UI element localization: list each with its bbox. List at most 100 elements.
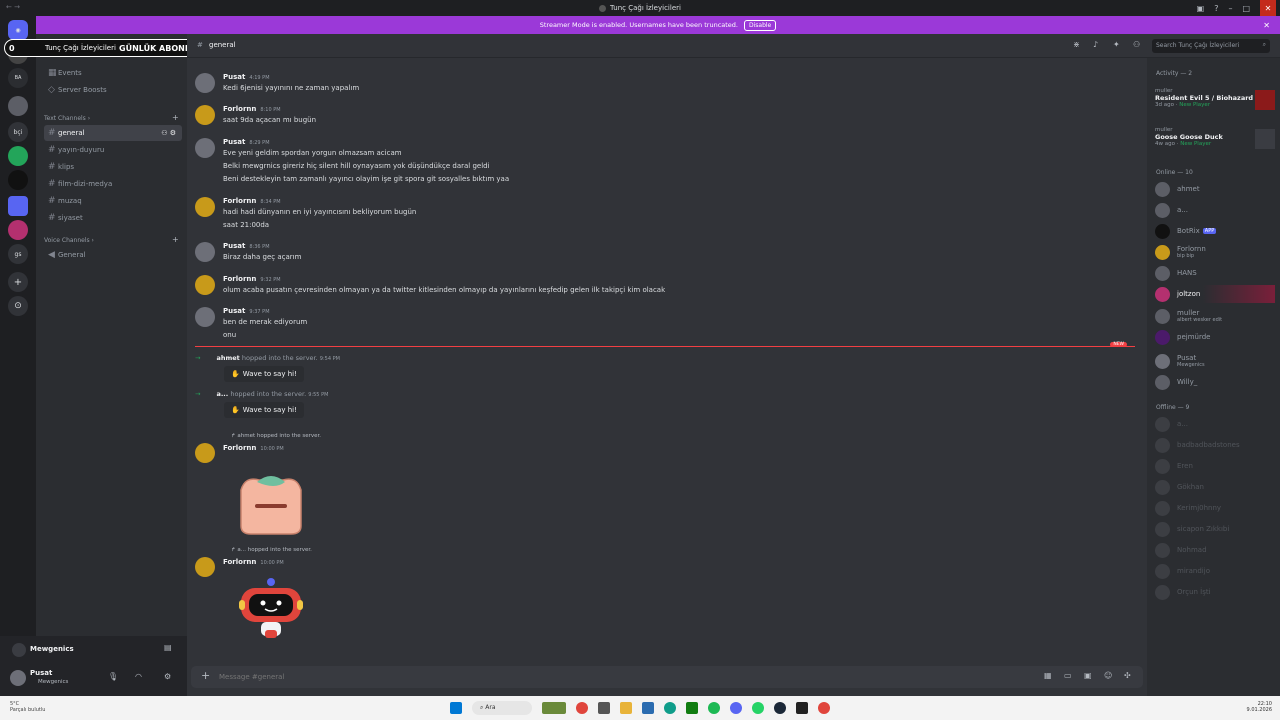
member[interactable]: HANS [1155,264,1275,282]
author-name[interactable]: Forlornn [223,105,256,113]
join-user[interactable]: ahmet [216,354,239,362]
wave-button[interactable]: ✋ Wave to say hi! [224,402,304,418]
headphones-icon[interactable]: ◠ [135,672,142,681]
xbox-icon[interactable] [686,702,698,714]
voice-channel-general[interactable]: ◀ General [44,247,182,263]
reply-preview[interactable]: ↱ ahmet hopped into the server. [231,433,321,439]
server-icon[interactable] [8,96,28,116]
folder-icon[interactable] [8,196,28,216]
channel-film-dizi-medya[interactable]: # film-dizi-medya [44,176,182,192]
inbox-icon[interactable]: ▣ [1197,4,1205,13]
channel-yayin-duyuru[interactable]: # yayın-duyuru [44,142,182,158]
member[interactable]: joltzon [1155,285,1275,303]
activity-card[interactable]: muller Resident Evil 5 / Biohazard 5 3d … [1155,88,1275,120]
edge-icon[interactable] [664,702,676,714]
back-forward-icon[interactable]: ← → [6,3,20,11]
avatar[interactable] [195,197,215,217]
author-name[interactable]: Pusat [223,73,245,81]
disable-button[interactable]: Disable [743,19,777,31]
avatar[interactable] [195,105,215,125]
widgets-icon[interactable] [542,702,566,714]
author-name[interactable]: Pusat [223,138,245,146]
gif-icon[interactable]: ▭ [1064,671,1072,680]
avatar[interactable] [195,307,215,327]
member[interactable]: Pusat Mewgenics [1155,352,1275,370]
member[interactable]: Forlornn bip bip [1155,243,1275,261]
channel-siyaset[interactable]: # siyaset [44,210,182,226]
channel-klips[interactable]: # klips [44,159,182,175]
attach-plus-icon[interactable]: + [201,669,210,682]
activity-card-icon[interactable]: ▤ [164,643,172,652]
add-voice-channel-icon[interactable]: + [172,235,179,244]
author-name[interactable]: Pusat [223,307,245,315]
minimize-button[interactable]: – [1228,4,1232,13]
member[interactable]: Nohmad [1155,541,1275,559]
sticker-image[interactable] [235,576,307,640]
author-name[interactable]: Pusat [223,242,245,250]
taskbar-search[interactable]: ⌕ Ara [472,701,532,715]
member[interactable]: sicapon Zıkkıbi [1155,520,1275,538]
help-icon[interactable]: ? [1214,4,1218,13]
maximize-button[interactable]: □ [1242,4,1250,13]
author-name[interactable]: Forlornn [223,275,256,283]
member[interactable]: badbadbadstones [1155,436,1275,454]
server-icon[interactable]: bçi [8,122,28,142]
threads-icon[interactable]: ⋇ [1073,40,1080,49]
sticker-image[interactable] [235,472,307,536]
start-icon[interactable] [450,702,462,714]
avatar[interactable] [195,557,215,577]
search-input[interactable]: Search Tunç Çağı İzleyicileri ⌕ [1152,39,1270,53]
server-icon[interactable] [8,146,28,166]
avatar[interactable] [195,275,215,295]
voice-channels-category[interactable]: Voice Channels › [44,237,94,244]
invite-settings-icons[interactable]: ⚇ ⚙ [161,129,176,137]
avatar[interactable] [195,242,215,262]
member[interactable]: pejmürde [1155,328,1275,346]
avatar[interactable] [10,670,26,686]
pinned-icon[interactable]: ✦ [1113,40,1120,49]
message-input[interactable] [219,670,999,684]
avatar[interactable] [195,73,215,93]
discord-icon[interactable] [730,702,742,714]
member[interactable]: mirandijo [1155,562,1275,580]
app-icon[interactable] [598,702,610,714]
gift-icon[interactable]: ▦ [1044,671,1052,680]
join-user[interactable]: a... [216,390,228,398]
server-icon[interactable] [8,170,28,190]
add-channel-icon[interactable]: + [172,113,179,122]
member[interactable]: Kerimj0hnny [1155,499,1275,517]
whatsapp-icon[interactable] [752,702,764,714]
member[interactable]: a... [1155,415,1275,433]
taskbar-clock[interactable]: 22:10 9.01.2026 [1247,701,1272,713]
events-link[interactable]: ▦ Events [44,65,182,81]
author-name[interactable]: Forlornn [223,444,256,452]
close-button[interactable]: ✕ [1260,0,1276,16]
member[interactable]: BotRix APP [1155,222,1275,240]
store-icon[interactable] [642,702,654,714]
emoji-icon[interactable]: ☺ [1104,671,1112,680]
member[interactable]: Gökhan [1155,478,1275,496]
steam-icon[interactable] [774,702,786,714]
epic-icon[interactable] [796,702,808,714]
add-server-icon[interactable]: + [8,272,28,292]
activity-card[interactable]: muller Goose Goose Duck 4w ago · New Pla… [1155,127,1275,159]
member[interactable]: Orçun İşti [1155,583,1275,601]
channel-muzaq[interactable]: # muzaq [44,193,182,209]
microphone-icon[interactable]: 🎙 [108,672,118,681]
reply-preview[interactable]: ↱ a... hopped into the server. [231,547,312,553]
avatar[interactable] [195,138,215,158]
activity-server-name[interactable]: Mewgenics [30,645,74,653]
author-name[interactable]: Forlornn [223,197,256,205]
spotify-icon[interactable] [708,702,720,714]
avatar[interactable] [195,443,215,463]
member[interactable]: ahmet [1155,180,1275,198]
sticker-icon[interactable]: ▣ [1084,671,1092,680]
author-name[interactable]: Forlornn [223,558,256,566]
server-icon[interactable]: gs [8,244,28,264]
discover-icon[interactable]: ⊙ [8,296,28,316]
username[interactable]: Pusat [30,669,52,677]
member[interactable]: Willy_ [1155,373,1275,391]
server-boosts-link[interactable]: ◇ Server Boosts [44,82,182,98]
channel-general[interactable]: # general ⚇ ⚙ [44,125,182,141]
member[interactable]: Eren [1155,457,1275,475]
